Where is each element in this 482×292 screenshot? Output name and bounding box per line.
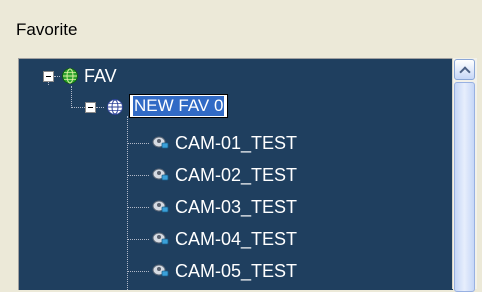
tree-node-camera[interactable]: CAM-05_TEST [175,260,297,282]
globe-icon [62,68,78,84]
tree-line [96,107,104,108]
tree-line [127,207,149,208]
scroll-thumb[interactable] [454,82,475,292]
favorite-panel: Favorite FAV NEW FAV 0 CAM-01_TEST CAM-0… [0,0,482,292]
root-collapse-toggle[interactable] [43,71,54,82]
globe-icon [107,99,123,115]
scroll-up-button[interactable] [454,59,475,80]
rename-input[interactable]: NEW FAV 0 [129,94,229,118]
child-collapse-toggle[interactable] [85,102,96,113]
panel-title: Favorite [16,20,78,39]
camera-icon [152,200,169,213]
vertical-scrollbar[interactable] [452,58,477,292]
tree-node-label: CAM-01_TEST [175,133,298,153]
tree-node-label: CAM-02_TEST [175,165,298,185]
tree-node-camera[interactable]: CAM-03_TEST [175,196,297,218]
tree-line [54,76,60,77]
tree-line [127,239,149,240]
camera-icon [152,232,169,245]
rename-input-text: NEW FAV 0 [133,96,225,116]
tree-node-camera[interactable]: CAM-01_TEST [175,132,297,154]
tree-node-label: CAM-04_TEST [175,229,298,249]
tree-node-label: FAV [84,66,117,86]
camera-icon [152,136,169,149]
camera-icon [152,264,169,277]
tree-node-new-fav[interactable]: NEW FAV 0 [129,94,229,118]
tree-line [127,271,149,272]
tree-node-label: CAM-05_TEST [175,261,298,281]
tree-line [127,175,149,176]
tree-line [71,86,72,106]
tree-node-camera[interactable]: CAM-04_TEST [175,228,297,250]
tree-node-camera[interactable]: CAM-02_TEST [175,164,297,186]
tree-line [127,143,149,144]
tree-node-label: CAM-03_TEST [175,197,298,217]
tree-line [71,107,85,108]
tree-node-root[interactable]: FAV [84,65,117,87]
favorite-tree[interactable]: FAV NEW FAV 0 CAM-01_TEST CAM-02_TEST CA… [18,58,453,290]
camera-icon [152,168,169,181]
